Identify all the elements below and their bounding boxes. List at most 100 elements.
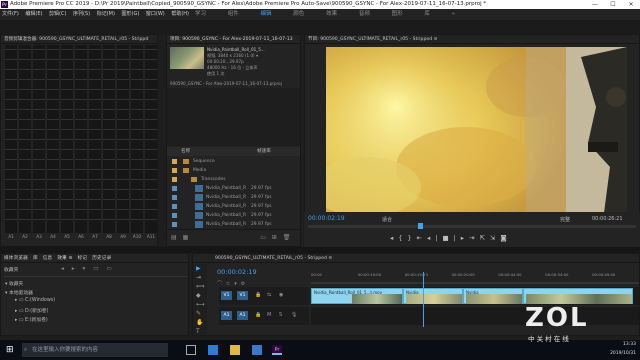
menu-help[interactable]: 帮助(H) [171,11,189,17]
project-tab[interactable]: 项目: 900590_GSYNC - For Alex-2019-07-11_1… [167,35,300,44]
column-frame-rate[interactable]: 帧速率 [257,147,271,156]
task-view-icon[interactable] [186,345,196,355]
workspace-more[interactable]: » [452,11,455,17]
workspace-color[interactable]: 颜色 [293,11,304,17]
back-icon[interactable]: ◂ [61,266,72,272]
clip-row[interactable]: Nvidia_Paintball_R 29.97 fps [167,202,300,211]
workspace-editing[interactable]: 编辑 [261,11,272,17]
delete-icon[interactable]: 🗑 [283,234,291,241]
favorites-dropdown[interactable]: 收藏夹 [4,266,18,273]
program-scrub-bar[interactable] [308,225,636,228]
taskbar-date[interactable]: 2019/10/31 [596,351,636,356]
clip-row[interactable]: Nvidia_Paintball_R 29.97 fps [167,193,300,202]
tab-libraries[interactable]: 库 [33,256,38,261]
icon-view-icon[interactable]: ▦ [183,234,189,241]
workspace-learn[interactable]: 学习 [195,11,206,17]
pen-tool-icon[interactable]: ✎ [193,309,207,318]
tab-info[interactable]: 信息 [43,256,53,261]
maximize-button[interactable]: ☐ [604,0,622,9]
export-frame-icon[interactable]: ◙ [500,234,511,242]
mark-out-icon[interactable]: } [407,234,416,242]
timeline-clip[interactable] [523,288,633,304]
timeline-clip[interactable]: Nvidia_ [463,288,523,304]
browser-tree-item[interactable]: ▸ ▭ E:(新加卷) [15,316,48,323]
clip-row[interactable]: Nvidia_Paintball_R 29.97 fps [167,220,300,229]
step-back-icon[interactable]: ◂| [427,234,442,242]
step-forward-icon[interactable]: |▸ [454,234,469,242]
fit-dropdown[interactable]: 适合 [382,216,392,223]
browser-tree-item[interactable]: ▾ 本地驱动器 [5,289,33,296]
sync-icon[interactable]: ⇆ [267,292,271,298]
timeline-clip[interactable]: Nvidia_Paintball_Roll_01_5...t.mov [311,288,403,304]
slip-tool-icon[interactable]: ⟷ [193,300,207,309]
tab-effects[interactable]: 效果 ≡ [57,256,72,261]
lift-icon[interactable]: ⇱ [480,234,490,242]
file-explorer-icon[interactable] [230,345,240,355]
forward-icon[interactable]: ▸ [72,266,83,272]
close-button[interactable]: ✕ [622,0,640,9]
menu-clip[interactable]: 剪辑(C) [49,11,66,17]
type-tool-icon[interactable]: T [193,327,207,336]
workspace-libraries[interactable]: 库 [424,11,430,17]
workspace-effects[interactable]: 效果 [326,11,337,17]
workspace-graphics[interactable]: 图形 [392,11,403,17]
menu-file[interactable]: 文件(F) [2,11,19,17]
browser-tree-item[interactable]: ▸ ▭ D:(新加卷) [15,307,48,314]
go-to-out-icon[interactable]: ⇥ [469,234,479,242]
solo-icon[interactable]: S [279,312,282,318]
stop-icon[interactable]: ■ [442,234,453,242]
razor-tool-icon[interactable]: ◆ [193,291,207,300]
browser-tree-item[interactable]: ▸ ▭ C:(Windows) [15,298,55,303]
filter-icon[interactable]: ▾ [83,266,94,272]
lock-icon[interactable]: 🔒 [255,312,261,318]
program-video-frame[interactable] [326,47,627,213]
clip-row[interactable]: Nvidia_Paintball_R 29.97 fps [167,211,300,220]
quality-dropdown[interactable]: 完整 [560,216,570,223]
windows-start-icon[interactable]: ⊞ [6,345,16,355]
edge-browser-icon[interactable] [208,345,218,355]
voiceover-mic-icon[interactable]: 🎙 [291,312,297,318]
taskbar-search-box[interactable]: ⌕ 在这里输入你要搜索的内容 [22,343,168,357]
view-icon[interactable]: ▭ [93,266,106,272]
eye-icon[interactable]: ◉ [279,292,283,298]
extract-icon[interactable]: ⇲ [490,234,500,242]
a1-source-patch[interactable]: A1 [221,311,232,320]
mail-icon[interactable] [252,345,262,355]
a1-target[interactable]: A1 [237,311,248,320]
premiere-taskbar-icon[interactable]: Pr [272,345,282,355]
tab-history[interactable]: 历史记录 [92,256,111,261]
work-area-bar[interactable] [311,282,639,284]
bin-row[interactable]: Transcodes [167,175,300,184]
bin-row[interactable]: Media [167,166,300,175]
lock-icon[interactable]: 🔒 [255,292,261,298]
timeline-playhead[interactable] [422,272,424,327]
timeline-tab[interactable]: 900590_GSYNC_ULTIMATE_RETAIL_r05 - Strip… [193,254,639,263]
menu-window[interactable]: 窗口(W) [146,11,165,17]
workspace-audio[interactable]: 音频 [359,11,370,17]
timeline-clip[interactable]: Nvidia_ [403,288,463,304]
selection-tool-icon[interactable]: ▶ [193,264,207,273]
ripple-edit-icon[interactable]: ⟺ [193,282,207,291]
v1-target[interactable]: V1 [237,291,248,300]
v1-source-patch[interactable]: V1 [221,291,232,300]
go-to-in-icon[interactable]: ⇤ [417,234,427,242]
program-timecode[interactable]: 00:00:02:19 [308,215,345,222]
mute-icon[interactable]: M [267,312,271,318]
column-name[interactable]: 名称 [181,147,190,156]
track-select-icon[interactable]: ⇥ [193,273,207,282]
browse-icon[interactable]: ▭ [107,266,120,272]
timeline-timecode[interactable]: 00:00:02:19 [217,268,257,276]
tab-media-browser[interactable]: 媒体浏览器 [4,256,28,261]
menu-edit[interactable]: 编辑(E) [25,11,42,17]
taskbar-clock[interactable]: 13:33 [596,342,636,347]
browser-tree-item[interactable]: ▾ 收藏夹 [5,280,23,287]
hand-tool-icon[interactable]: ✋ [193,318,207,327]
list-view-icon[interactable]: ▤ [171,234,177,241]
mixer-tab[interactable]: 音频剪辑混合器: 900590_GSYNC_ULTIMATE_RETAIL_r0… [1,35,157,44]
menu-sequence[interactable]: 序列(S) [73,11,90,17]
menu-markers[interactable]: 标记(M) [97,11,115,17]
workspace-assembly[interactable]: 组件 [228,11,239,17]
tab-markers[interactable]: 标记 [78,256,88,261]
new-bin-icon[interactable]: ▭ [260,234,266,241]
menu-graphics[interactable]: 图形(G) [122,11,140,17]
